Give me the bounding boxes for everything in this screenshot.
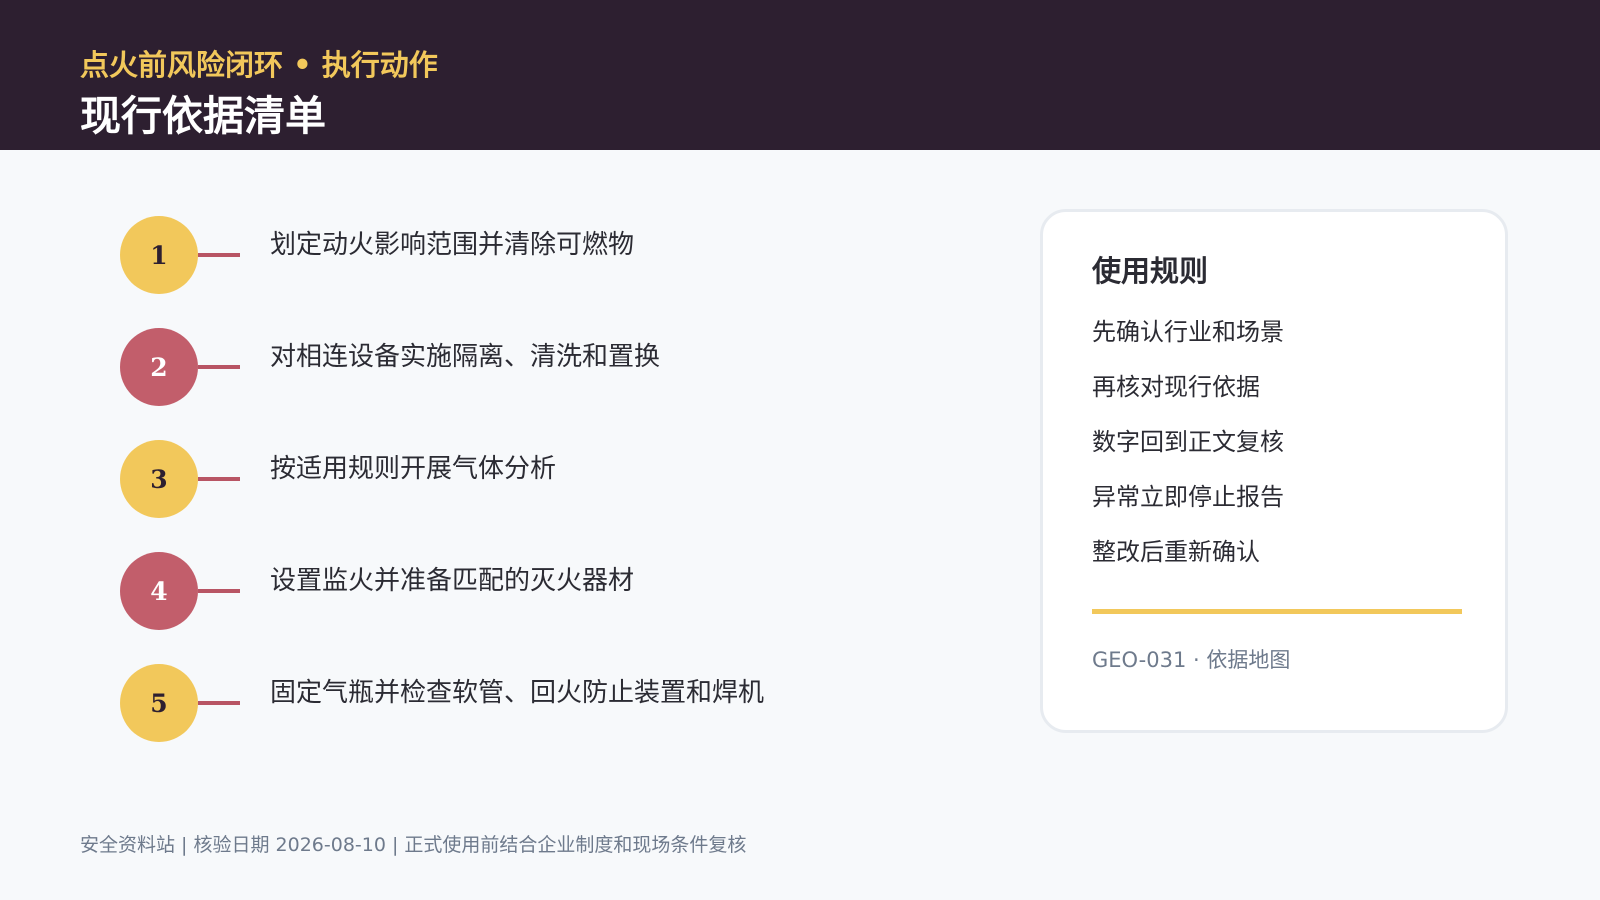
header-banner: 点火前风险闭环 • 执行动作 现行依据清单 xyxy=(0,0,1600,150)
step-connector-line xyxy=(198,701,240,705)
step-number-badge: 3 xyxy=(120,440,198,518)
usage-rules-card: 使用规则 先确认行业和场景 再核对现行依据 数字回到正文复核 异常立即停止报告 … xyxy=(1040,209,1508,733)
rule-item: 异常立即停止报告 xyxy=(1092,483,1284,511)
page-title: 现行依据清单 xyxy=(80,92,326,140)
rule-item: 数字回到正文复核 xyxy=(1092,428,1284,456)
rules-list: 先确认行业和场景 再核对现行依据 数字回到正文复核 异常立即停止报告 整改后重新… xyxy=(1092,312,1284,587)
section-kicker: 点火前风险闭环 • 执行动作 xyxy=(80,48,438,82)
card-title: 使用规则 xyxy=(1092,254,1209,288)
step-text: 对相连设备实施隔离、清洗和置换 xyxy=(270,342,661,372)
rule-item: 先确认行业和场景 xyxy=(1092,318,1284,346)
rule-item: 再核对现行依据 xyxy=(1092,373,1260,401)
step-number-badge: 1 xyxy=(120,216,198,294)
step-connector-line xyxy=(198,253,240,257)
step-number-badge: 2 xyxy=(120,328,198,406)
step-number-badge: 5 xyxy=(120,664,198,742)
step-number-badge: 4 xyxy=(120,552,198,630)
step-text: 固定气瓶并检查软管、回火防止装置和焊机 xyxy=(270,678,765,708)
step-connector-line xyxy=(198,589,240,593)
rule-item: 整改后重新确认 xyxy=(1092,538,1260,566)
card-divider xyxy=(1092,609,1462,614)
card-footnote: GEO-031 · 依据地图 xyxy=(1092,648,1291,672)
step-text: 按适用规则开展气体分析 xyxy=(270,454,557,484)
step-connector-line xyxy=(198,477,240,481)
step-text: 划定动火影响范围并清除可燃物 xyxy=(270,230,635,260)
step-connector-line xyxy=(198,365,240,369)
step-text: 设置监火并准备匹配的灭火器材 xyxy=(270,566,635,596)
page-footer: 安全资料站 | 核验日期 2026-08-10 | 正式使用前结合企业制度和现场… xyxy=(80,834,747,856)
